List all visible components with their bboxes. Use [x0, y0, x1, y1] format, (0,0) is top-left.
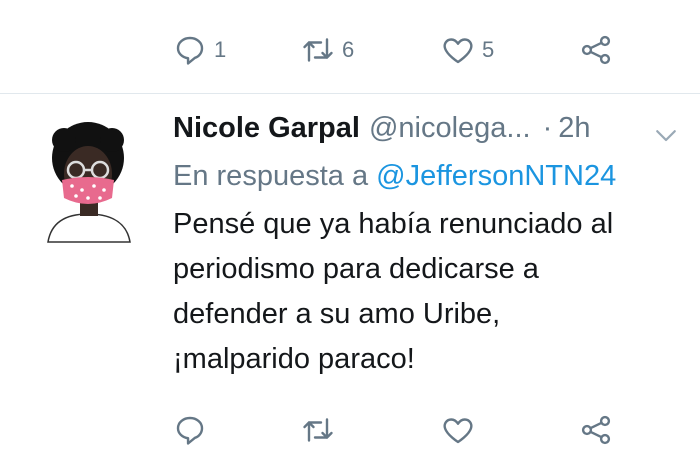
- tweet-header: Nicole Garpal @nicolega... · 2h: [173, 112, 693, 156]
- tweet: Nicole Garpal @nicolega... · 2h En respu…: [173, 112, 693, 382]
- share-icon: [578, 32, 614, 68]
- share-button[interactable]: [578, 400, 614, 460]
- retweet-icon: [300, 32, 336, 68]
- reply-button[interactable]: 1: [172, 20, 226, 80]
- reply-button[interactable]: [172, 400, 208, 460]
- time-separator: ·: [542, 112, 553, 144]
- reply-icon: [172, 32, 208, 68]
- share-icon: [578, 412, 614, 448]
- reply-count: 1: [214, 37, 227, 62]
- tweet-action-bar: [0, 400, 700, 460]
- chevron-down-icon[interactable]: [651, 120, 681, 150]
- reply-mention-link[interactable]: @JeffersonNTN24: [376, 160, 616, 192]
- share-button[interactable]: [578, 20, 614, 80]
- previous-tweet-action-bar: 1 6 5: [0, 20, 700, 80]
- display-name[interactable]: Nicole Garpal: [173, 112, 360, 145]
- retweet-icon: [300, 412, 336, 448]
- like-count: 5: [482, 37, 495, 62]
- like-button[interactable]: 5: [440, 20, 494, 80]
- reply-icon: [172, 412, 208, 448]
- tweet-text: Pensé que ya había renunciado al periodi…: [173, 202, 693, 382]
- reply-prefix: En respuesta a: [173, 160, 369, 192]
- retweet-count: 6: [342, 37, 355, 62]
- tweet-text-line: ¡malparido paraco!: [173, 343, 415, 375]
- retweet-button[interactable]: [300, 400, 336, 460]
- like-button[interactable]: [440, 400, 476, 460]
- tweet-divider: [0, 93, 700, 94]
- avatar[interactable]: [42, 118, 134, 246]
- retweet-button[interactable]: 6: [300, 20, 354, 80]
- heart-icon: [440, 412, 476, 448]
- tweet-text-line: periodismo para dedicarse a: [173, 253, 539, 285]
- tweet-text-line: Pensé que ya había renunciado al: [173, 208, 614, 240]
- heart-icon: [440, 32, 476, 68]
- tweet-text-line: defender a su amo Uribe,: [173, 298, 501, 330]
- tweet-time[interactable]: 2h: [558, 112, 590, 145]
- reply-context: En respuesta a @JeffersonNTN24: [173, 160, 693, 200]
- user-handle[interactable]: @nicolega...: [369, 112, 531, 145]
